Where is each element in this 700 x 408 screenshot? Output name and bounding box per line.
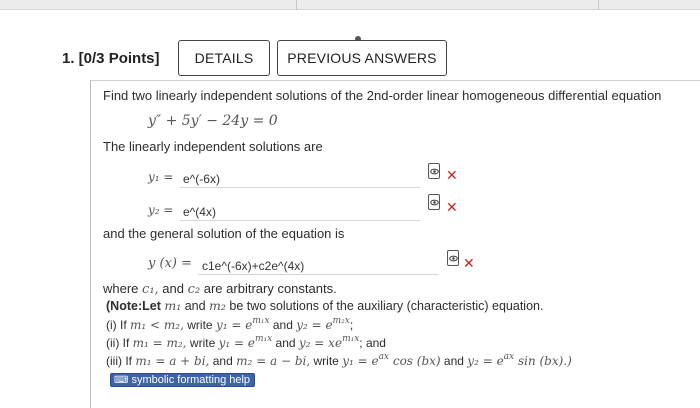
y2-answer-field[interactable]: e^(4x) (183, 205, 216, 219)
top-bar-divider (598, 0, 599, 10)
incorrect-x-icon: ✕ (446, 200, 458, 216)
note-line-1: (Note:Let m₁ and m₂ be two solutions of … (106, 298, 543, 313)
case-ii-y1: y₁ = em₁x (218, 334, 273, 350)
symbolic-formatting-help-button[interactable]: ⌨ symbolic formatting help (110, 373, 256, 387)
view-answer-icon[interactable] (428, 194, 440, 210)
y2-label: y₂ = (148, 203, 174, 217)
case-iii-m1: m₁ = a + bi, (135, 354, 210, 368)
top-bar-divider (296, 0, 297, 10)
semicolon-and: ; and (359, 336, 386, 350)
and-label: and (272, 318, 293, 332)
note-line-3: (ii) If m₁ = m₂, write y₁ = em₁x and y₂ … (106, 334, 386, 350)
and-label: and (212, 354, 233, 368)
case-iii-y1: y₁ = eax cos (bx) (342, 352, 441, 368)
note-and: and (184, 299, 206, 313)
case-iii-m2: m₂ = a − bi, (236, 354, 311, 368)
m2-symbol: m₂ (209, 298, 226, 313)
c1-symbol: c₁, (142, 282, 159, 297)
case-iii-label: (iii) If (106, 354, 132, 368)
note-label: (Note:Let (106, 299, 161, 313)
keyboard-icon: ⌨ (114, 374, 129, 386)
where-suffix: are arbitrary constants. (203, 281, 337, 296)
view-answer-icon[interactable] (428, 163, 440, 179)
write-label: write (189, 336, 216, 350)
y2-answer-underline (180, 220, 420, 221)
note-line-4: (iii) If m₁ = a + bi, and m₂ = a − bi, w… (106, 352, 572, 368)
case-iii-y2: y₂ = eax sin (bx).) (467, 352, 572, 368)
case-ii-condition: m₁ = m₂, (132, 336, 187, 350)
y1-answer-field[interactable]: e^(-6x) (183, 172, 220, 186)
general-answer-underline (198, 274, 438, 275)
m1-symbol: m₁ (164, 298, 182, 313)
incorrect-x-icon: ✕ (446, 168, 458, 184)
write-label: write (313, 354, 339, 368)
incorrect-x-icon: ✕ (463, 256, 475, 272)
semicolon: ; (349, 318, 354, 332)
case-i-condition: m₁ < m₂, (130, 318, 184, 332)
view-answer-icon[interactable] (447, 250, 459, 266)
where-constants-line: where c₁, and c₂ are arbitrary constants… (103, 281, 337, 297)
differential-equation: y″ + 5y′ − 24y = 0 (148, 113, 278, 129)
previous-answers-button[interactable]: PREVIOUS ANSWERS (277, 40, 447, 76)
note-line-2: (i) If m₁ < m₂, write y₁ = em₁x and y₂ =… (106, 316, 353, 332)
and-label: and (275, 336, 296, 350)
general-solution-answer-field[interactable]: c1e^(-6x)+c2e^(4x) (202, 259, 304, 273)
details-button[interactable]: DETAILS (178, 40, 270, 76)
top-bar (0, 0, 700, 10)
case-i-y1: y₁ = em₁x (215, 316, 270, 332)
symbolic-formatting-help-label: symbolic formatting help (131, 374, 251, 386)
case-ii-y2: y₂ = xem₁x (298, 334, 360, 350)
question-number: 1. [0/3 Points] (62, 50, 160, 67)
where-and: and (162, 281, 184, 296)
case-ii-label: (ii) If (106, 336, 130, 350)
where-prefix: where (103, 281, 139, 296)
general-solution-lhs: y (x) = (148, 256, 192, 271)
write-label: write (187, 318, 213, 332)
case-i-label: (i) If (106, 318, 127, 332)
problem-prompt: Find two linearly independent solutions … (103, 88, 662, 103)
y1-label: y₁ = (148, 170, 174, 184)
y1-answer-underline (180, 187, 420, 188)
and-label: and (443, 354, 464, 368)
solutions-label: The linearly independent solutions are (103, 139, 323, 154)
note-text: be two solutions of the auxiliary (chara… (229, 299, 544, 313)
case-i-y2: y₂ = em₂x (296, 316, 350, 332)
c2-symbol: c₂ (187, 282, 201, 297)
general-solution-label: and the general solution of the equation… (103, 226, 345, 241)
